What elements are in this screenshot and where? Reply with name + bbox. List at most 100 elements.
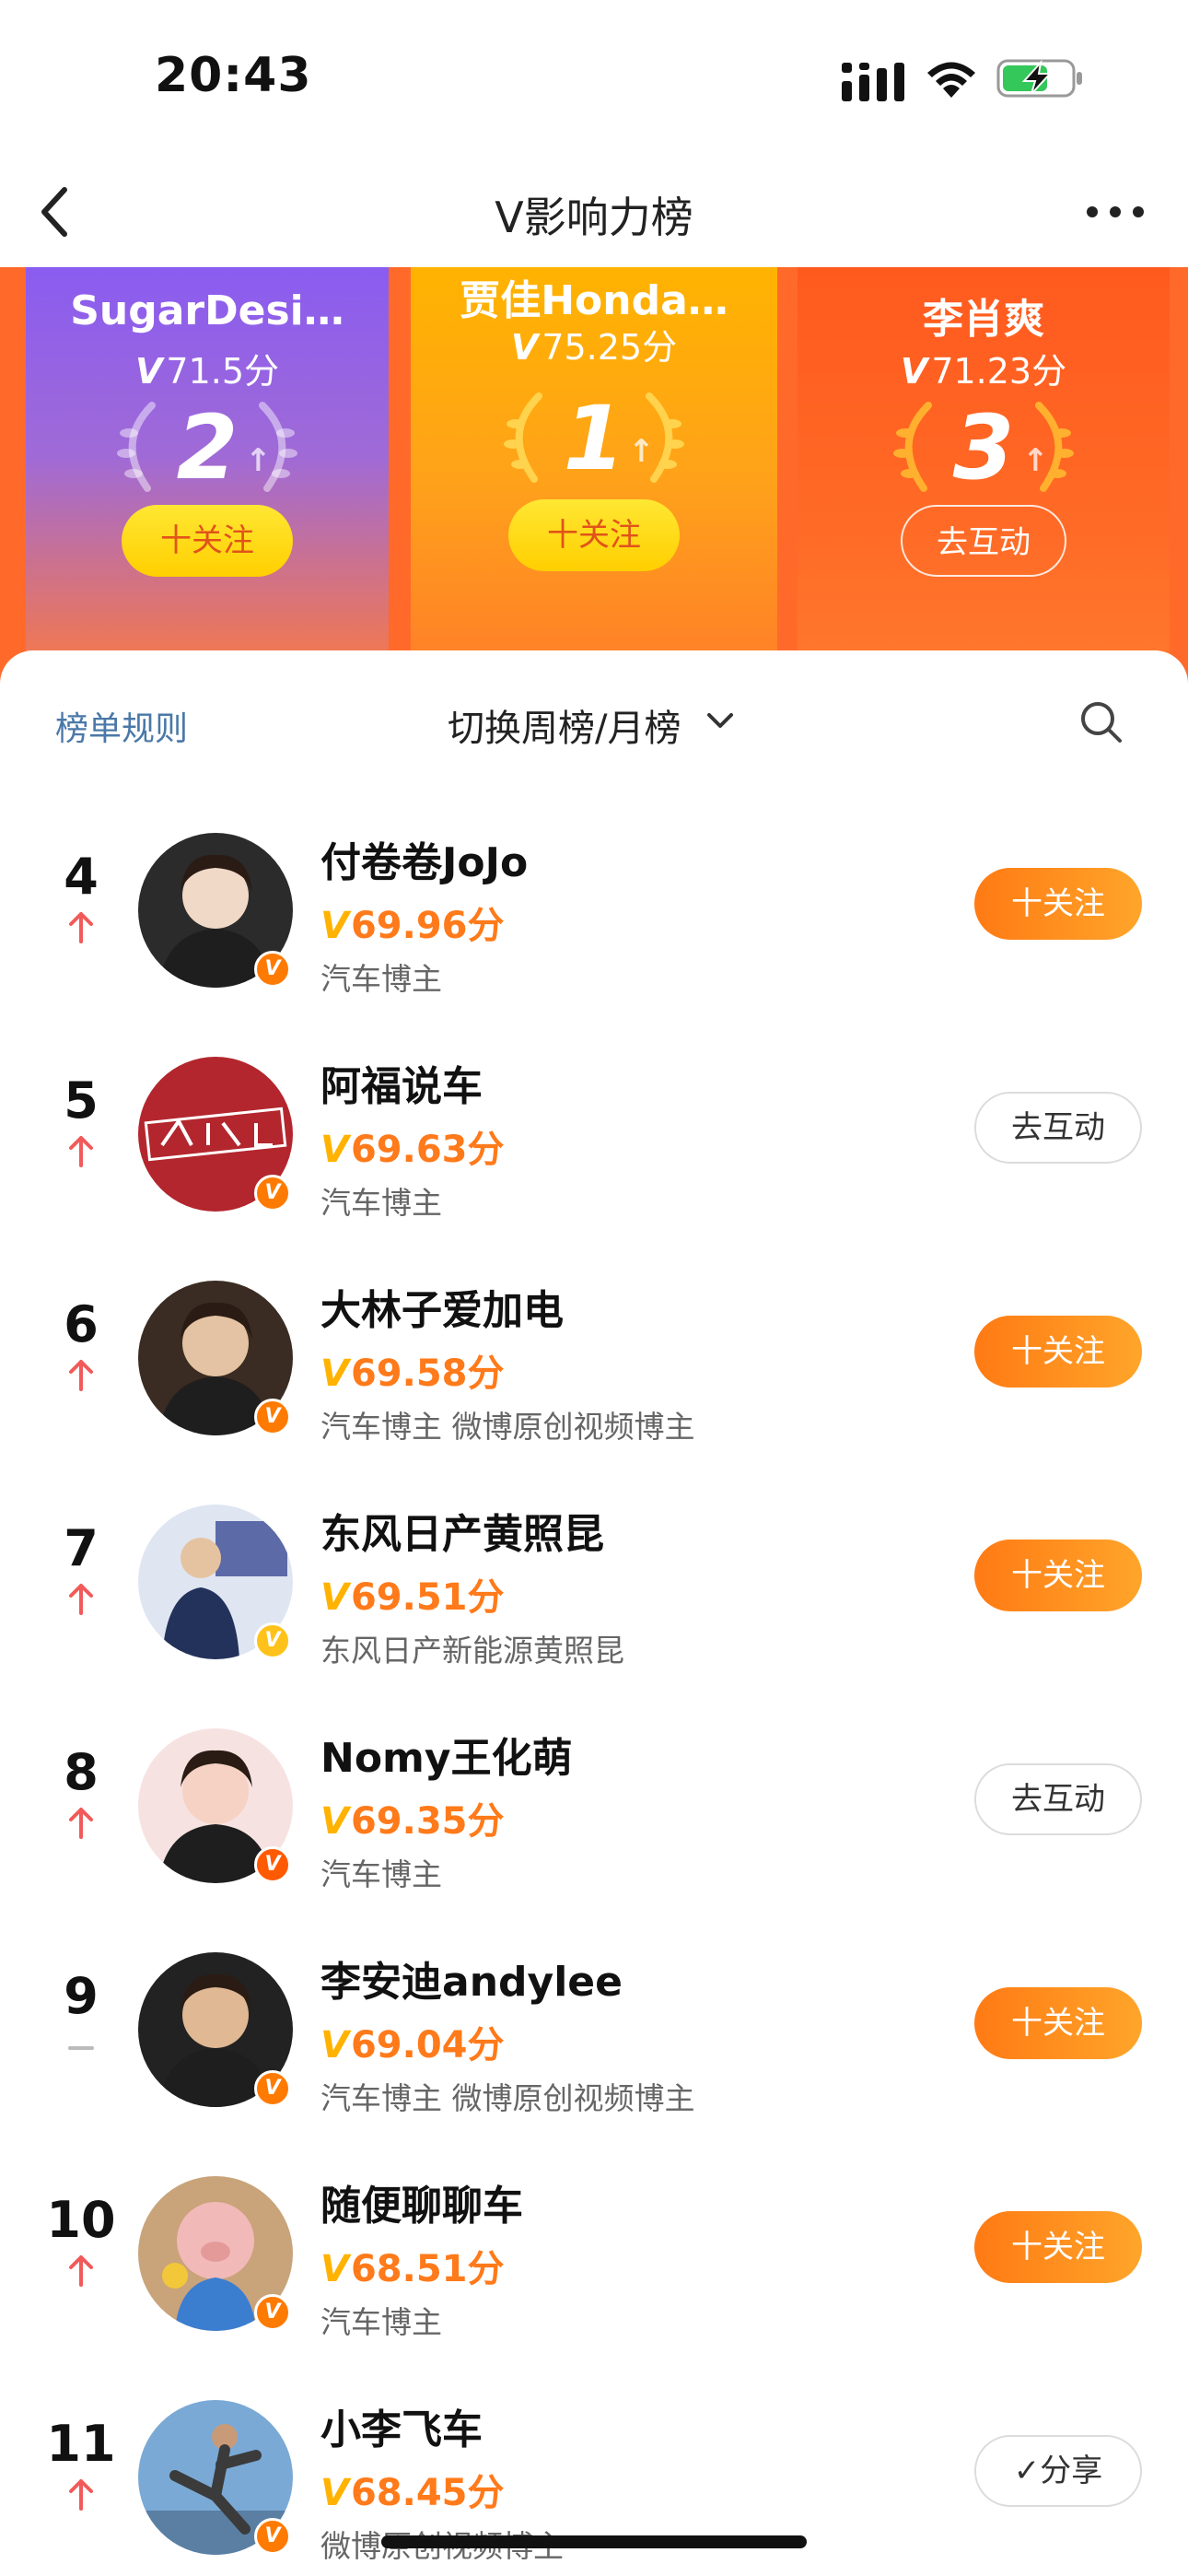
- battery-charging-icon: [996, 59, 1082, 98]
- home-indicator: [381, 2535, 807, 2548]
- status-bar: 20:43: [0, 0, 1188, 157]
- user-name[interactable]: 付卷卷JoJo: [320, 829, 528, 888]
- influence-score: V69.58分: [320, 1343, 505, 1397]
- user-name[interactable]: 阿福说车: [320, 1053, 483, 1112]
- interact-button[interactable]: 去互动: [974, 1763, 1142, 1835]
- verified-badge-icon: V: [254, 1399, 291, 1435]
- rank-up-icon: [69, 1360, 93, 1391]
- search-icon[interactable]: [1077, 698, 1125, 746]
- influence-score-value: 69.63分: [350, 1129, 505, 1171]
- ranking-sheet: 榜单规则 切换周榜/月榜 4 V 付卷卷JoJo V69.96分 汽车博主 十关注 5 V 阿福…: [0, 650, 1188, 2576]
- v-mark: V: [320, 1800, 349, 1843]
- podium-first: 贾佳Honda… V 75.25分 1 ↑ 十关注: [411, 267, 777, 691]
- influence-score-value: 69.35分: [350, 1800, 505, 1843]
- follow-button[interactable]: 十关注: [974, 1987, 1142, 2059]
- interact-button[interactable]: 去互动: [974, 1092, 1142, 1164]
- ranking-row[interactable]: 9 V 李安迪andylee V69.04分 汽车博主 微博原创视频博主 十关注: [0, 1915, 1188, 2139]
- v-mark: V: [320, 2024, 349, 2067]
- influence-score: V69.04分: [320, 2015, 505, 2068]
- rank-number: 9: [64, 1967, 99, 2025]
- rank-flat-icon: [68, 2046, 94, 2050]
- influence-score: V69.35分: [320, 1791, 505, 1844]
- cellular-signal-icon: [842, 63, 904, 101]
- influence-score-value: 69.58分: [350, 1352, 505, 1395]
- rules-link[interactable]: 榜单规则: [55, 702, 188, 750]
- more-icon[interactable]: [1083, 193, 1147, 230]
- podium-name[interactable]: SugarDesi…: [26, 287, 389, 334]
- ranking-row[interactable]: 5 V 阿福说车 V69.63分 汽车博主 去互动: [0, 1020, 1188, 1244]
- verified-badge-icon: V: [254, 1846, 291, 1883]
- nav-bar: V影响力榜: [0, 157, 1188, 267]
- rank-number: 5: [64, 1071, 99, 1130]
- v-mark: V: [320, 905, 349, 947]
- influence-score-value: 68.45分: [350, 2472, 505, 2514]
- user-name[interactable]: 东风日产黄照昆: [320, 1501, 604, 1560]
- v-mark: V: [320, 1129, 349, 1171]
- share-button[interactable]: ✓分享: [974, 2435, 1142, 2507]
- verified-badge-icon: V: [254, 2070, 291, 2107]
- wifi-icon: [927, 62, 975, 98]
- follow-button[interactable]: 十关注: [974, 1540, 1142, 1611]
- v-mark: V: [320, 1352, 349, 1395]
- ranking-row[interactable]: 7 V 东风日产黄照昆 V69.51分 东风日产新能源黄照昆 十关注: [0, 1468, 1188, 1692]
- podium-name[interactable]: 贾佳Honda…: [411, 267, 777, 326]
- user-description: 汽车博主: [320, 2304, 442, 2340]
- rank-up-icon: [69, 1584, 93, 1615]
- rank-number: 6: [64, 1295, 99, 1353]
- podium: SugarDesi… V 71.5分 2 ↑ 十关注 贾佳Honda… V 75.2…: [0, 267, 1188, 691]
- v-mark: V: [510, 327, 539, 368]
- podium-score-value: 75.25分: [542, 327, 678, 368]
- user-name[interactable]: 大林子爱加电: [320, 1277, 564, 1336]
- rank-number: 7: [64, 1519, 99, 1577]
- podium-score: V 71.5分: [26, 343, 389, 393]
- switch-period-dropdown[interactable]: 切换周榜/月榜: [448, 698, 681, 752]
- user-name[interactable]: 小李飞车: [320, 2396, 483, 2455]
- ranking-row[interactable]: 6 V 大林子爱加电 V69.58分 汽车博主 微博原创视频博主 十关注: [0, 1244, 1188, 1468]
- verified-badge-icon: V: [254, 1622, 291, 1659]
- follow-button[interactable]: 十关注: [122, 505, 293, 577]
- chevron-down-icon[interactable]: [704, 709, 737, 733]
- podium-score: V 75.25分: [411, 319, 777, 369]
- rank-up-icon: ↑: [1022, 442, 1049, 479]
- rank-number: 4: [64, 848, 99, 906]
- user-description: 汽车博主: [320, 1185, 442, 1221]
- status-time: 20:43: [155, 48, 312, 103]
- v-mark: V: [320, 2248, 349, 2290]
- podium-third: 李肖爽 V 71.23分 3 ↑ 去互动: [798, 267, 1170, 691]
- interact-button[interactable]: 去互动: [901, 505, 1066, 577]
- podium-name[interactable]: 李肖爽: [798, 286, 1170, 345]
- user-description: 汽车博主: [320, 961, 442, 997]
- user-name[interactable]: 随便聊聊车: [320, 2172, 523, 2231]
- user-description: 汽车博主: [320, 1856, 442, 1892]
- v-mark: V: [320, 2472, 349, 2514]
- follow-button[interactable]: 十关注: [974, 1316, 1142, 1388]
- follow-button[interactable]: 十关注: [508, 499, 680, 571]
- v-mark: V: [320, 1576, 349, 1619]
- podium-second: SugarDesi… V 71.5分 2 ↑ 十关注: [26, 267, 389, 691]
- rank-up-icon: ↑: [245, 442, 272, 479]
- podium-score: V 71.23分: [798, 343, 1170, 393]
- user-name[interactable]: Nomy王化萌: [320, 1725, 573, 1784]
- influence-score-value: 69.96分: [350, 905, 505, 947]
- verified-badge-icon: V: [254, 1175, 291, 1212]
- follow-button[interactable]: 十关注: [974, 868, 1142, 940]
- influence-score-value: 68.51分: [350, 2248, 505, 2290]
- influence-score: V69.63分: [320, 1119, 505, 1173]
- follow-button[interactable]: 十关注: [974, 2211, 1142, 2283]
- user-name[interactable]: 李安迪andylee: [320, 1949, 623, 2008]
- user-description: 东风日产新能源黄照昆: [320, 1633, 624, 1669]
- rank-number: 10: [46, 2191, 116, 2249]
- ranking-row[interactable]: 8 V Nomy王化萌 V69.35分 汽车博主 去互动: [0, 1692, 1188, 1915]
- influence-score-value: 69.04分: [350, 2024, 505, 2067]
- rank-up-icon: [69, 2255, 93, 2287]
- rank-up-icon: [69, 1136, 93, 1167]
- podium-score-value: 71.5分: [166, 351, 280, 392]
- rank-up-icon: ↑: [628, 433, 655, 470]
- influence-score: V68.45分: [320, 2463, 505, 2516]
- influence-score: V68.51分: [320, 2239, 505, 2292]
- ranking-row[interactable]: 10 V 随便聊聊车 V68.51分汽车博主 十关注: [0, 2139, 1188, 2363]
- user-description: 汽车博主 微博原创视频博主: [320, 2080, 695, 2116]
- rank-number: 11: [46, 2415, 116, 2473]
- page-title: V影响力榜: [495, 193, 693, 242]
- ranking-row[interactable]: 4 V 付卷卷JoJo V69.96分 汽车博主 十关注: [0, 796, 1188, 1020]
